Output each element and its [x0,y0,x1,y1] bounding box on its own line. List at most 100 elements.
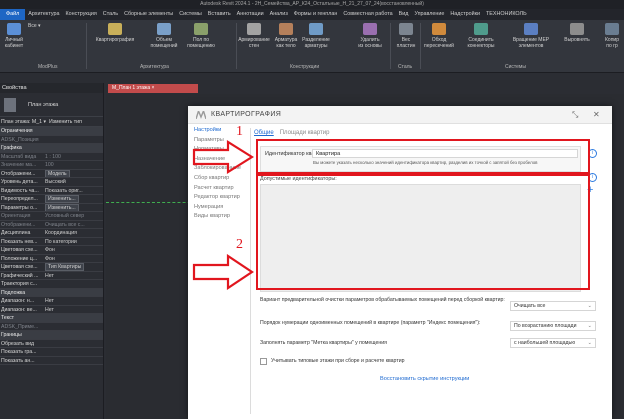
property-value-cell: Изменить... [45,203,103,211]
property-value[interactable]: Координация [45,230,77,236]
property-value-cell: По категории [45,238,103,246]
tab-architecture[interactable]: Архитектура [25,9,62,20]
tab-analyze[interactable]: Анализ [267,9,291,20]
property-row: Диапазон: н... Нет [0,297,103,306]
nav-collect-apartments[interactable]: Сбор квартир [194,174,246,184]
tab-apartment-areas[interactable]: Площади квартир [280,130,330,136]
room-volume-button[interactable]: Объем помещений [146,23,182,49]
rebar-as-body-button[interactable]: Арматура как тело [270,23,302,49]
property-value[interactable]: 100 [45,162,54,168]
connect-connectors-button[interactable]: Соединить коннекторы [462,23,500,49]
property-row: Цветовая схе... Тип Квартиры [0,263,103,272]
property-name: Ориентация [1,213,31,219]
edit-type-button[interactable]: Изменить тип [49,119,82,125]
tab-massing[interactable]: Формы и генплан [291,9,341,20]
rebar-split-button[interactable]: Разделение арматуры [300,23,332,49]
wall-reinforcement-button[interactable]: Армирование стен [238,23,270,49]
property-name: Дисциплина [1,230,31,236]
property-value[interactable]: Условный север [45,213,84,219]
settings-subtabs: Общие Площади квартир [254,130,335,136]
tab-collaborate[interactable]: Совместная работа [340,9,395,20]
close-icon[interactable]: ✕ [593,109,600,121]
property-name: Положение ц... [1,255,38,262]
property-edit-button[interactable]: Изменить... [45,203,79,211]
plate-weight-button[interactable]: Вес пластин [394,23,418,49]
bypass-intersections-button[interactable]: Обход пересечений [422,23,456,49]
property-row: Показать гра... [0,348,103,357]
property-value[interactable]: 1 : 100 [45,154,61,160]
property-edit-button[interactable]: Изменить... [45,195,79,203]
property-value[interactable]: По категории [45,239,77,245]
restore-instructions-link[interactable]: Восстановить скрытие инструкции [380,376,469,382]
type-selector[interactable]: План этажа [0,93,103,117]
tab-technonicol[interactable]: ТЕХНОНИКОЛЬ [483,9,530,20]
numbering-order-select[interactable]: По возрастанию площади ⌄ [510,321,596,331]
ribbon-separator [86,23,87,69]
property-name: Показать гра... [1,349,37,355]
nav-apartment-editor[interactable]: Редактор квартир [194,193,246,203]
property-name: Цветовая схе... [1,264,38,270]
tab-general[interactable]: Общие [254,130,274,136]
copy-button[interactable]: Копир по гр [600,23,624,49]
properties-palette: Свойства План этажа План этажа: М_1 ▾ Из… [0,83,104,419]
floor-by-room-button[interactable]: Пол по помещению [186,23,216,49]
all-dropdown[interactable]: Все ▾ [28,23,58,29]
property-value-cell: Условный север [45,212,103,220]
typical-floors-checkbox[interactable] [260,358,267,365]
tab-precast[interactable]: Сборные элементы [121,9,176,20]
property-section[interactable]: Подложка [0,288,103,297]
property-section[interactable]: Границы [0,331,103,340]
property-section[interactable]: Ограничения [0,127,103,136]
tab-manage[interactable]: Управление [411,9,447,20]
property-value-cell: Фон [45,246,103,254]
property-value-cell: Изменить... [45,195,103,203]
tab-view[interactable]: Вид [396,9,412,20]
property-value[interactable]: Фон [45,247,55,253]
property-row: Цветовая схе... Фон [0,246,103,255]
property-edit-button[interactable]: Модель [45,169,70,177]
property-section[interactable]: Графика [0,144,103,153]
property-value[interactable]: Высокий [45,179,66,185]
dialog-title-bar: КВАРТИРОГРАФИЯ ⤡ ✕ [188,106,612,124]
collapse-icon[interactable]: ⤡ [572,109,578,121]
properties-list: Ограничения ADSK_Позиция Графика Масштаб ви… [0,127,103,365]
remove-from-host-button[interactable]: Удалить из основы [355,23,385,49]
align-button[interactable]: Выровнять [560,23,594,43]
nav-apartment-types[interactable]: Виды квартир [194,212,246,222]
property-value[interactable]: Нет [45,298,54,304]
rotate-mep-button[interactable]: Вращение MEP элементов [508,23,554,49]
property-name: ADSK_Позиция [1,136,39,143]
property-value[interactable]: Показать ориг... [45,188,83,194]
tab-annotate[interactable]: Аннотации [234,9,267,20]
tab-file[interactable]: Файл [0,9,26,20]
property-section[interactable]: Текст [0,314,103,323]
property-edit-button[interactable]: Тип Квартиры [45,263,85,271]
tab-addins[interactable]: Надстройки [447,9,483,20]
cleanup-option-select[interactable]: Очищать все ⌄ [510,301,596,311]
tab-systems[interactable]: Системы [176,9,205,20]
apartmentography-button[interactable]: Квартирография [92,23,138,43]
apartment-mark-select[interactable]: с наибольшей площадью ⌄ [510,338,596,348]
tab-insert[interactable]: Вставить [205,9,234,20]
view-tab[interactable]: М_План 1 этажа × [108,84,198,93]
annotation-number-1: 1 [236,124,243,139]
nav-numbering[interactable]: Нумерация [194,203,246,213]
copy-icon [605,23,619,35]
property-value[interactable]: Нет [45,307,54,313]
property-value-cell: Показать ориг... [45,187,103,195]
numbering-order-label: Порядок нумерации одноименных помещений … [260,320,481,326]
property-value-cell: Модель [45,169,103,177]
property-value[interactable]: Фон [45,256,55,262]
property-value-cell: Тип Квартиры [45,263,103,271]
nav-calculate-apartments[interactable]: Расчет квартир [194,184,246,194]
personal-account-button[interactable]: Личный кабинет [2,23,26,49]
properties-header: Свойства [0,83,103,93]
property-row: ADSK_Позиция [0,136,103,144]
tab-steel[interactable]: Сталь [100,9,121,20]
instance-selector[interactable]: План этажа: М_1 ▾ Изменить тип [0,117,103,127]
dialog-title: КВАРТИРОГРАФИЯ [211,111,282,118]
property-value[interactable]: Нет [45,273,54,279]
property-value-cell: Нет [45,306,103,314]
tab-structure[interactable]: Конструкция [63,9,100,20]
property-value[interactable]: Очищать все с... [45,222,85,228]
